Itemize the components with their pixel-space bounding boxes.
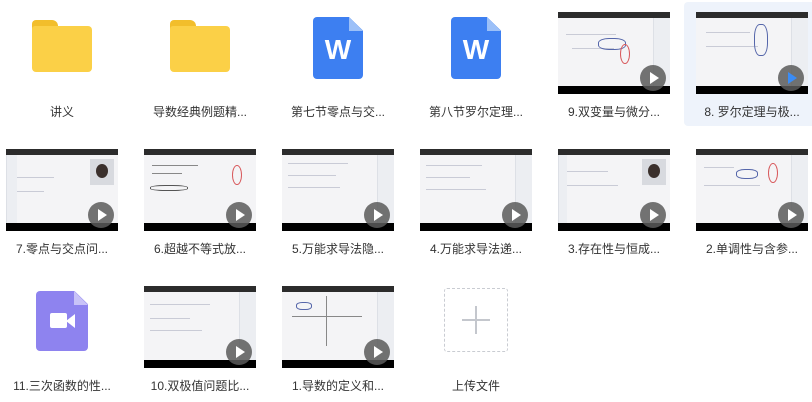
- word-document-icon: W: [451, 17, 501, 79]
- file-tile-video-3[interactable]: 3.存在性与恒成...: [546, 139, 682, 263]
- file-label: 第七节零点与交...: [290, 105, 385, 119]
- file-label: 7.零点与交点问...: [15, 242, 108, 256]
- file-tile-video-9[interactable]: 9.双变量与微分...: [546, 2, 682, 126]
- file-tile-video-10[interactable]: 10.双极值问题比...: [132, 276, 268, 400]
- file-tile-video-4[interactable]: 4.万能求导法递...: [408, 139, 544, 263]
- video-thumbnail: [558, 12, 670, 94]
- file-tile-section-7[interactable]: W 第七节零点与交...: [270, 2, 406, 126]
- play-icon[interactable]: [88, 202, 114, 228]
- video-thumbnail: [558, 149, 670, 231]
- file-tile-classic-examples[interactable]: 导数经典例题精...: [132, 2, 268, 126]
- file-label: 3.存在性与恒成...: [567, 242, 660, 256]
- file-tile-video-5[interactable]: 5.万能求导法隐...: [270, 139, 406, 263]
- play-icon[interactable]: [226, 339, 252, 365]
- play-icon[interactable]: [364, 202, 390, 228]
- video-thumbnail: [282, 286, 394, 368]
- video-thumbnail: [144, 149, 256, 231]
- file-label: 11.三次函数的性...: [13, 379, 111, 393]
- video-file-icon: [36, 291, 88, 351]
- video-thumbnail: [282, 149, 394, 231]
- file-label: 6.超越不等式放...: [153, 242, 246, 256]
- upload-label: 上传文件: [451, 379, 500, 393]
- file-label: 1.导数的定义和...: [291, 379, 384, 393]
- file-tile-video-6[interactable]: 6.超越不等式放...: [132, 139, 268, 263]
- file-label: 9.双变量与微分...: [567, 105, 660, 119]
- video-thumbnail: [144, 286, 256, 368]
- play-icon[interactable]: [640, 65, 666, 91]
- word-document-icon: W: [313, 17, 363, 79]
- file-tile-section-8[interactable]: W 第八节罗尔定理...: [408, 2, 544, 126]
- play-icon[interactable]: [226, 202, 252, 228]
- file-label: 2.单调性与含参...: [705, 242, 798, 256]
- folder-icon: [170, 20, 230, 72]
- file-label: 4.万能求导法递...: [429, 242, 522, 256]
- play-icon[interactable]: [778, 65, 804, 91]
- play-icon[interactable]: [640, 202, 666, 228]
- file-tile-video-11[interactable]: 11.三次函数的性...: [0, 276, 130, 400]
- play-icon[interactable]: [778, 202, 804, 228]
- file-label: 第八节罗尔定理...: [428, 105, 523, 119]
- upload-file-tile[interactable]: 上传文件: [408, 276, 544, 400]
- play-icon[interactable]: [502, 202, 528, 228]
- file-tile-video-7[interactable]: 7.零点与交点问...: [0, 139, 130, 263]
- file-label: 8. 罗尔定理与极...: [704, 105, 800, 119]
- webcam-overlay: [90, 159, 114, 185]
- file-tile-video-2[interactable]: 2.单调性与含参...: [684, 139, 812, 263]
- file-label: 导数经典例题精...: [152, 105, 247, 119]
- file-label: 5.万能求导法隐...: [291, 242, 384, 256]
- file-tile-lecture-notes[interactable]: 讲义: [0, 2, 130, 126]
- video-thumbnail: [6, 149, 118, 231]
- video-thumbnail: [420, 149, 532, 231]
- webcam-overlay: [642, 159, 666, 185]
- play-icon[interactable]: [364, 339, 390, 365]
- file-label: 10.双极值问题比...: [150, 379, 250, 393]
- file-label: 讲义: [49, 105, 74, 119]
- upload-button[interactable]: [444, 288, 508, 352]
- file-tile-video-1[interactable]: 1.导数的定义和...: [270, 276, 406, 400]
- video-thumbnail: [696, 149, 808, 231]
- video-thumbnail: [696, 12, 808, 94]
- file-tile-video-8-selected[interactable]: 8. 罗尔定理与极...: [684, 2, 812, 126]
- folder-icon: [32, 20, 92, 72]
